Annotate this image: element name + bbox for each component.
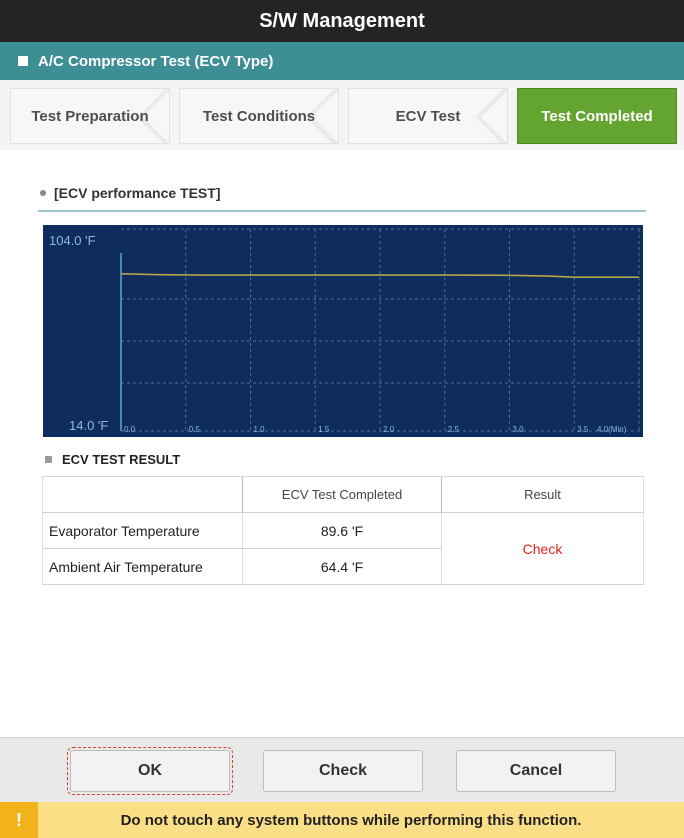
- step-label: Test Completed: [541, 107, 653, 125]
- result-table: ECV Test Completed Result Evaporator Tem…: [42, 476, 644, 585]
- ecv-performance-chart: 104.0 'F 14.0 'F 0.0 0.5 1.0 1.5 2.0 2.5 3.0 3.5 4…: [43, 225, 643, 437]
- y-axis-max-label: 104.0 'F: [49, 233, 96, 248]
- section-title: A/C Compressor Test (ECV Type): [38, 52, 274, 70]
- x-tick-label: 3.0: [513, 425, 525, 434]
- table-header-result: Result: [441, 476, 644, 513]
- table-header-row: ECV Test Completed Result: [42, 476, 644, 513]
- step-ecv-test: ECV Test: [348, 88, 508, 144]
- step-test-conditions: Test Conditions: [179, 88, 339, 144]
- chevron-right-icon: [473, 89, 507, 143]
- x-tick-label: 1.5: [318, 425, 330, 434]
- ok-button[interactable]: OK: [67, 747, 233, 795]
- x-tick-label: 0.5: [189, 425, 201, 434]
- table-header-blank: [42, 476, 243, 513]
- x-tick-label: 2.0: [383, 425, 395, 434]
- table-header-ecv-completed: ECV Test Completed: [242, 476, 442, 513]
- x-tick-label: 1.0: [254, 425, 266, 434]
- x-tick-label: 2.5: [448, 425, 460, 434]
- result-status: Check: [441, 512, 644, 585]
- window-title: S/W Management: [0, 0, 684, 42]
- chart-background: [43, 225, 643, 437]
- step-label: Test Conditions: [202, 107, 316, 125]
- button-bar: OK Check Cancel: [0, 737, 684, 802]
- result-section-title: ECV TEST RESULT: [45, 452, 180, 467]
- cancel-button[interactable]: Cancel: [456, 750, 616, 792]
- table-row: Evaporator Temperature 89.6 'F Check: [42, 512, 644, 585]
- check-button[interactable]: Check: [263, 750, 423, 792]
- row-value-evaporator: 89.6 'F: [242, 512, 442, 549]
- x-tick-label: 3.5: [577, 425, 589, 434]
- section-header: A/C Compressor Test (ECV Type): [0, 42, 684, 80]
- x-tick-label: 4.0(Min): [597, 425, 627, 434]
- warning-icon: !: [0, 802, 38, 838]
- window-title-text: S/W Management: [259, 9, 425, 32]
- result-title-text: ECV TEST RESULT: [62, 452, 181, 467]
- warning-text: Do not touch any system buttons while pe…: [120, 811, 582, 829]
- square-bullet-icon: [18, 56, 28, 66]
- dot-bullet-icon: [40, 190, 46, 196]
- warning-banner: ! Do not touch any system buttons while …: [0, 802, 684, 838]
- square-bullet-icon: [45, 456, 52, 463]
- step-test-preparation: Test Preparation: [10, 88, 170, 144]
- row-label-ambient: Ambient Air Temperature: [42, 548, 243, 585]
- row-value-ambient: 64.4 'F: [242, 548, 442, 585]
- chart-title-divider: [38, 210, 646, 212]
- step-test-completed: Test Completed: [517, 88, 677, 144]
- y-axis-min-label: 14.0 'F: [69, 418, 108, 433]
- chart-section-title: [ECV performance TEST]: [40, 185, 220, 201]
- sw-management-window: S/W Management A/C Compressor Test (ECV …: [0, 0, 684, 838]
- step-label: ECV Test: [395, 107, 461, 125]
- step-label: Test Preparation: [31, 107, 149, 125]
- row-label-evaporator: Evaporator Temperature: [42, 512, 243, 549]
- x-tick-label: 0.0: [124, 425, 136, 434]
- step-progress: Test Preparation Test Conditions ECV Tes…: [0, 80, 684, 150]
- chart-title-text: [ECV performance TEST]: [54, 185, 221, 201]
